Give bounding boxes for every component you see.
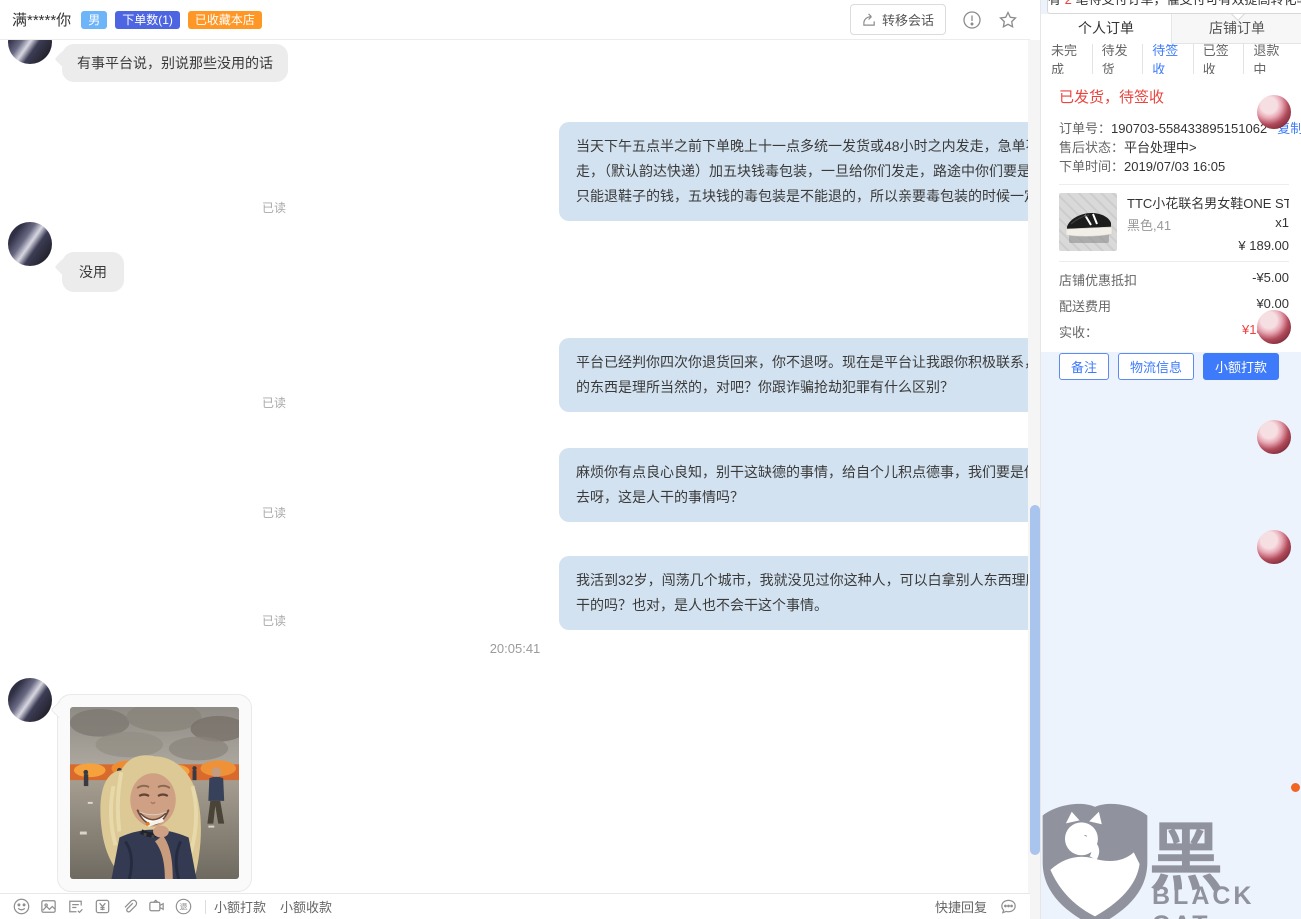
customer-avatar[interactable]: [8, 222, 52, 266]
tab-personal-orders[interactable]: 个人订单: [1041, 14, 1172, 44]
subtab-to-receive[interactable]: 待签收: [1142, 36, 1198, 78]
order-status: 已发货，待签收: [1059, 89, 1165, 106]
bubble-tail: [54, 50, 72, 68]
remark-button[interactable]: 备注: [1059, 353, 1110, 380]
discount-value: -¥5.00: [1252, 270, 1289, 285]
favorited-store-badge: 已收藏本店: [187, 10, 262, 29]
yuan-payment-icon[interactable]: [93, 897, 112, 916]
product-qty: x1: [1275, 215, 1289, 230]
subtab-received[interactable]: 已签收: [1192, 40, 1244, 78]
logistics-info-button[interactable]: 物流信息: [1118, 353, 1195, 380]
note-check-icon[interactable]: [66, 897, 85, 916]
subtab-refunding[interactable]: 退款中: [1243, 40, 1294, 78]
black-cat-shield-logo: [1042, 803, 1148, 919]
merchant-avatar[interactable]: [1257, 310, 1291, 344]
logo-dot: [1291, 783, 1300, 792]
black-cat-watermark: 黑猫 BLACK CAT: [1036, 780, 1301, 919]
pending-payment-tooltip: 有 2 笔待支付订单，催支付可有效提高转化率: [1047, 0, 1301, 14]
transfer-conversation-button[interactable]: 转移会话: [849, 4, 946, 35]
order-count-badge: 下单数(1): [115, 10, 180, 29]
read-receipt: 已读: [262, 396, 287, 410]
order-time-label: 下单时间：: [1059, 159, 1125, 174]
product-row[interactable]: TTC小花联名男女鞋ONE STA... 黑色,41 x1 ¥ 189.00: [1059, 193, 1289, 253]
subtab-to-ship[interactable]: 待发货: [1091, 40, 1143, 78]
share-icon: [863, 13, 875, 26]
emoji-icon[interactable]: [12, 897, 31, 916]
merchant-avatar[interactable]: [1257, 420, 1291, 454]
small-receive-link[interactable]: 小额收款: [280, 897, 332, 916]
product-title: TTC小花联名男女鞋ONE STA...: [1127, 196, 1289, 211]
bubble-tail: [54, 258, 72, 276]
image-icon[interactable]: [39, 897, 58, 916]
timestamp: 20:05:41: [489, 641, 541, 656]
video-icon[interactable]: [147, 897, 166, 916]
merchant-avatar[interactable]: [1257, 95, 1291, 129]
order-no-label: 订单号：: [1059, 121, 1112, 136]
gender-badge: 男: [81, 10, 108, 29]
alert-icon[interactable]: [962, 10, 982, 30]
customer-name: 满*****你: [12, 12, 72, 29]
customer-image-message[interactable]: [50, 694, 252, 892]
read-receipt: 已读: [262, 201, 287, 215]
watermark-en-text: BLACK CAT: [1152, 882, 1255, 919]
customer-avatar[interactable]: [8, 678, 52, 722]
chat-header: 满*****你 男 下单数(1) 已收藏本店 转移会话: [0, 0, 1030, 40]
quick-reply-link[interactable]: 快捷回复: [935, 897, 987, 916]
meme-image[interactable]: [70, 707, 239, 879]
shipping-label: 配送费用: [1059, 299, 1112, 314]
discount-label: 店铺优惠抵扣: [1059, 273, 1138, 288]
quick-reply-bubble-icon[interactable]: [999, 897, 1018, 916]
read-receipt: 已读: [262, 614, 287, 628]
refund-icon[interactable]: 退: [174, 897, 193, 916]
order-no-value: 190703-558433895151062: [1111, 121, 1268, 136]
paperclip-icon[interactable]: [120, 897, 139, 916]
customer-message: 没用: [54, 252, 124, 292]
bubble-tail: [50, 701, 68, 719]
customer-message: 有事平台说，别说那些没用的话: [54, 44, 288, 82]
merchant-chat-console: 满*****你 男 下单数(1) 已收藏本店 转移会话 有事平台说，别说那些没用…: [0, 0, 1301, 919]
read-receipt: 已读: [262, 506, 287, 520]
small-payment-button[interactable]: 小额打款: [1203, 353, 1280, 380]
star-icon[interactable]: [998, 10, 1018, 30]
merchant-avatar[interactable]: [1257, 530, 1291, 564]
subtab-unfinished[interactable]: 未完成: [1049, 40, 1092, 78]
aftersale-value[interactable]: 平台处理中>: [1124, 138, 1197, 157]
aftersale-label: 售后状态：: [1059, 140, 1125, 155]
order-tabs: 个人订单 店铺订单: [1041, 14, 1301, 44]
small-payment-link[interactable]: 小额打款: [214, 897, 266, 916]
svg-text:退: 退: [179, 902, 187, 911]
product-price: ¥ 189.00: [1238, 238, 1289, 253]
message-toolbar: 退 小额打款 小额收款 快捷回复: [0, 893, 1030, 919]
toolbar-divider: [205, 899, 206, 914]
order-subtabs: 未完成 待发货 待签收 已签收 退款中: [1041, 36, 1301, 78]
product-thumbnail[interactable]: [1059, 193, 1117, 251]
order-time-value: 2019/07/03 16:05: [1124, 159, 1226, 174]
product-spec: 黑色,41: [1127, 218, 1172, 233]
actual-paid-label: 实收：: [1059, 325, 1099, 340]
sneaker-image: [1065, 213, 1113, 243]
